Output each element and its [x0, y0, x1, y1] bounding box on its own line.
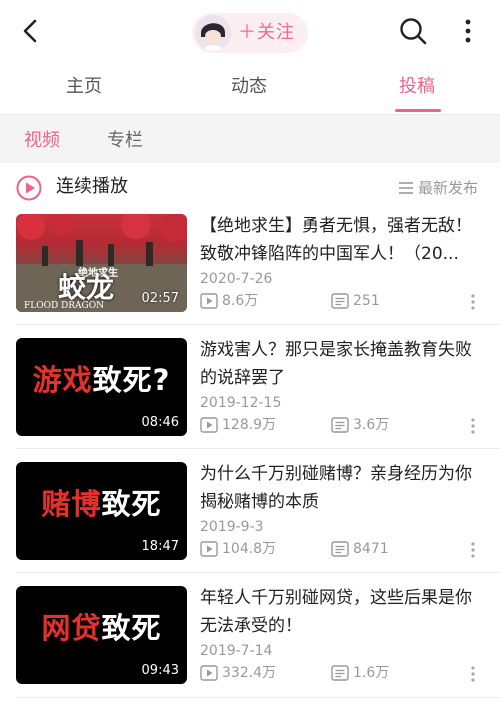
video-duration: 02:57 [141, 291, 179, 306]
divider [16, 448, 500, 449]
danmaku-icon [331, 417, 349, 433]
tab-dynamics[interactable]: 动态 [231, 74, 267, 100]
divider [16, 697, 500, 698]
danmaku-count-text: 8471 [353, 541, 389, 557]
avatar[interactable] [195, 15, 231, 51]
back-arrow-icon[interactable] [14, 14, 48, 48]
sub-tabs: 视频 专栏 [0, 115, 500, 163]
video-thumbnail[interactable]: 赌博致死 18:47 [16, 462, 187, 560]
danmaku-icon [331, 665, 349, 681]
more-vertical-icon[interactable] [468, 665, 478, 683]
video-date: 2020-7-26 [200, 271, 273, 287]
divider [16, 324, 500, 325]
play-count-icon [200, 417, 218, 433]
play-count-icon [200, 293, 218, 309]
follow-button[interactable]: ＋关注 [192, 13, 308, 53]
thumb-white-text: 致死 [101, 611, 162, 645]
danmaku-icon [331, 293, 349, 309]
more-options-icon[interactable] [458, 16, 478, 46]
thumb-red-text: 赌博 [41, 487, 102, 521]
video-date: 2019-9-3 [200, 519, 264, 535]
video-item[interactable]: 网贷致死 09:43 年轻人千万别碰网贷，这些后果是你无法承受的！ 2019-7… [0, 586, 500, 705]
thumbnail-text: 赌博致死 [16, 484, 187, 524]
thumb-white-text: 致死? [92, 363, 171, 397]
follow-label: ＋关注 [238, 22, 295, 43]
active-tab-indicator [395, 109, 441, 112]
thumb-white-text: 致死 [101, 487, 162, 521]
video-date: 2019-7-14 [200, 643, 273, 659]
video-thumbnail[interactable]: 网贷致死 09:43 [16, 586, 187, 684]
video-duration: 18:47 [141, 539, 179, 554]
video-title[interactable]: 【绝地求生】勇者无惧，强者无敌！致敬冲锋陷阵的中国军人！（20... [200, 212, 488, 268]
tab-home[interactable]: 主页 [66, 74, 102, 100]
video-item[interactable]: 游戏致死? 08:46 游戏害人？那只是家长掩盖教育失败的说辞罢了 2019-1… [0, 338, 500, 462]
thumb-red-text: 网贷 [41, 611, 102, 645]
more-vertical-icon[interactable] [468, 417, 478, 435]
sort-label: 最新发布 [418, 179, 479, 197]
video-thumbnail[interactable]: 绝地求生 蛟龙 FLOOD DRAGON 02:57 [16, 214, 187, 312]
play-count-icon [200, 665, 218, 681]
play-count-text: 128.9万 [222, 417, 277, 433]
main-tabs: 主页 动态 投稿 [0, 62, 500, 114]
thumbnail-text: 游戏致死? [16, 360, 187, 400]
thumb-sub-text: FLOOD DRAGON [24, 301, 104, 311]
video-duration: 08:46 [141, 415, 179, 430]
video-thumbnail[interactable]: 游戏致死? 08:46 [16, 338, 187, 436]
video-title[interactable]: 年轻人千万别碰网贷，这些后果是你无法承受的！ [200, 584, 488, 640]
video-duration: 09:43 [141, 663, 179, 678]
continuous-play-button[interactable]: 连续播放 [56, 174, 128, 200]
top-bar: ＋关注 [0, 0, 500, 62]
play-count-text: 104.8万 [222, 541, 277, 557]
video-date: 2019-12-15 [200, 395, 282, 411]
subtab-videos[interactable]: 视频 [24, 128, 60, 154]
video-item[interactable]: 绝地求生 蛟龙 FLOOD DRAGON 02:57 【绝地求生】勇者无惧，强者… [0, 214, 500, 338]
more-vertical-icon[interactable] [468, 293, 478, 311]
tab-uploads[interactable]: 投稿 [399, 74, 435, 100]
video-title[interactable]: 游戏害人？那只是家长掩盖教育失败的说辞罢了 [200, 336, 488, 392]
subtab-articles[interactable]: 专栏 [107, 128, 143, 154]
search-icon[interactable] [398, 16, 428, 46]
playlist-bar: 连续播放 最新发布 [0, 164, 500, 210]
video-title[interactable]: 为什么千万别碰赌博？亲身经历为你揭秘赌博的本质 [200, 460, 488, 516]
danmaku-count-text: 251 [353, 293, 380, 309]
play-circle-icon[interactable] [16, 175, 42, 201]
video-item[interactable]: 赌博致死 18:47 为什么千万别碰赌博？亲身经历为你揭秘赌博的本质 2019-… [0, 462, 500, 586]
list-sort-icon [399, 182, 413, 194]
play-count-icon [200, 541, 218, 557]
more-vertical-icon[interactable] [468, 541, 478, 559]
play-count-text: 332.4万 [222, 665, 277, 681]
thumb-red-text: 游戏 [32, 363, 93, 397]
danmaku-count-text: 3.6万 [353, 417, 390, 433]
thumbnail-text: 网贷致死 [16, 608, 187, 648]
danmaku-icon [331, 541, 349, 557]
play-count-text: 8.6万 [222, 293, 259, 309]
danmaku-count-text: 1.6万 [353, 665, 390, 681]
divider [16, 572, 500, 573]
